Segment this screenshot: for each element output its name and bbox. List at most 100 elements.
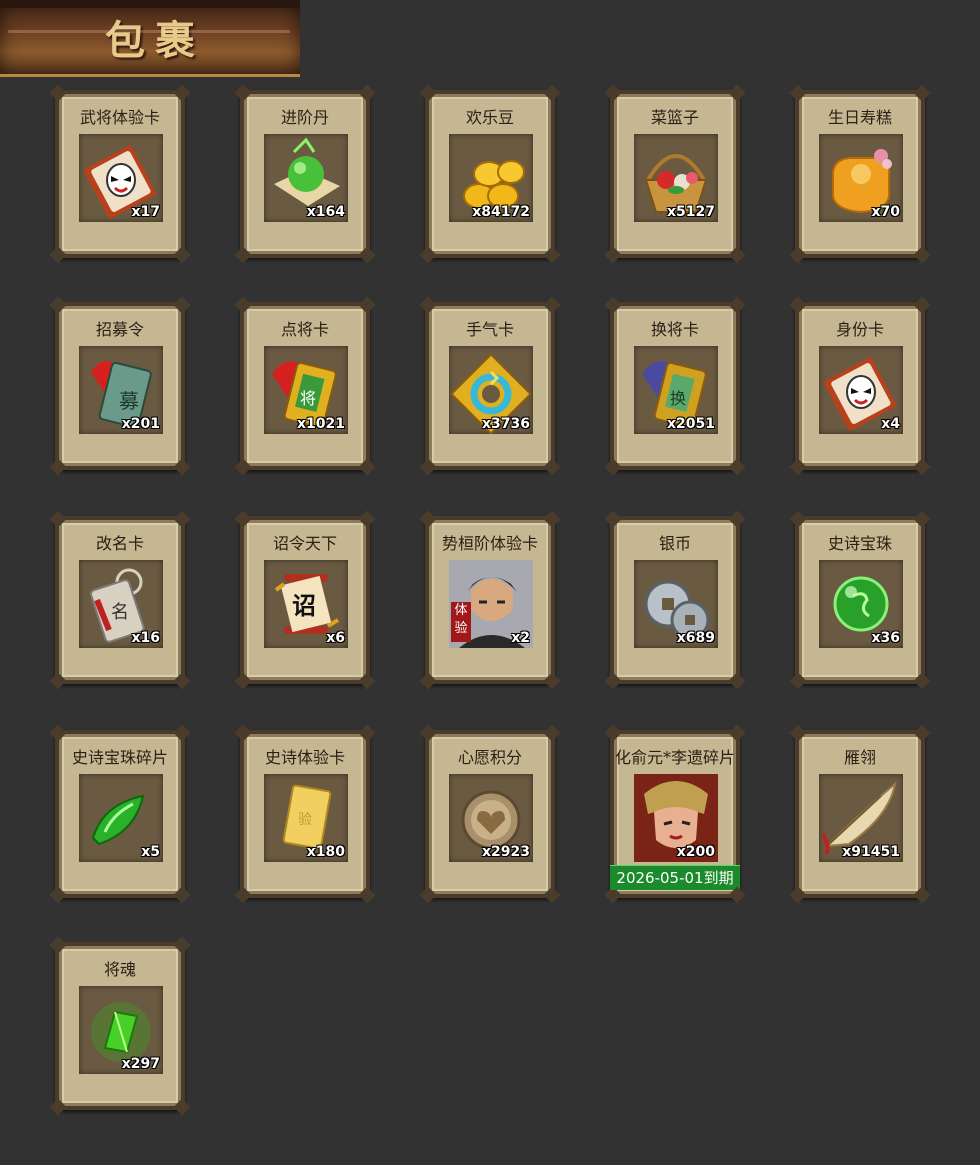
inventory-item[interactable]: 史诗宝珠碎片 x5 (49, 724, 191, 898)
item-name: 心愿积分 (457, 748, 522, 767)
card-corner-decoration (543, 296, 561, 314)
item-count: x5 (141, 844, 160, 860)
green-pill-icon: x164 (264, 134, 348, 222)
item-count: x297 (121, 1056, 160, 1072)
card-corner-decoration (419, 84, 437, 102)
card-corner-decoration (173, 510, 191, 528)
inventory-item[interactable]: 雁翎 x91451 (789, 724, 931, 898)
inventory-item[interactable]: 换将卡换 x2051 (604, 296, 746, 470)
card-corner-decoration (419, 510, 437, 528)
rename-card-icon: 名 x16 (79, 560, 163, 648)
inventory-item[interactable]: 将魂 x297 (49, 936, 191, 1110)
svg-text:将: 将 (300, 389, 316, 408)
inventory-item[interactable]: 化俞元*李遗碎片 x200 2026-05-01到期 (604, 724, 746, 898)
inventory-item[interactable]: 身份卡 x4 (789, 296, 931, 470)
card-corner-decoration (49, 936, 67, 954)
trial-badge: 体验 (451, 602, 471, 642)
inventory-item[interactable]: 进阶丹 x164 (234, 84, 376, 258)
item-count: x16 (131, 630, 160, 646)
inventory-item[interactable]: 银币 x689 (604, 510, 746, 684)
orb-shard-icon: x5 (79, 774, 163, 862)
item-name: 换将卡 (650, 320, 699, 339)
identity-card-icon: x4 (819, 346, 903, 434)
inventory-item[interactable]: 史诗宝珠 x36 (789, 510, 931, 684)
inventory-item[interactable]: 手气卡 x3736 (419, 296, 561, 470)
card-corner-decoration (358, 510, 376, 528)
item-name: 欢乐豆 (465, 108, 514, 127)
inventory-item[interactable]: 菜篮子 x5127 (604, 84, 746, 258)
item-name: 将魂 (103, 960, 136, 979)
card-corner-decoration (173, 296, 191, 314)
card-corner-decoration (789, 724, 807, 742)
inventory-item[interactable]: 诏令天下诏 x6 (234, 510, 376, 684)
silver-coins-icon: x689 (634, 560, 718, 648)
inventory-item[interactable]: 心愿积分 x2923 (419, 724, 561, 898)
svg-text:募: 募 (119, 389, 139, 413)
item-count: x36 (871, 630, 900, 646)
svg-text:换: 换 (670, 389, 686, 408)
item-name: 化俞元*李遗碎片 (614, 748, 735, 767)
card-corner-decoration (358, 296, 376, 314)
opera-mask-card-icon: x17 (79, 134, 163, 222)
item-name: 史诗体验卡 (264, 748, 345, 767)
imperial-scroll-icon: 诏 x6 (264, 560, 348, 648)
item-name: 手气卡 (465, 320, 514, 339)
page-title: 包裹 (105, 17, 205, 64)
card-corner-decoration (728, 724, 746, 742)
flower-basket-icon: x5127 (634, 134, 718, 222)
card-corner-decoration (234, 296, 252, 314)
inventory-item[interactable]: 点将卡将 x1021 (234, 296, 376, 470)
item-name: 改名卡 (95, 534, 144, 553)
card-corner-decoration (789, 510, 807, 528)
item-count: x6 (326, 630, 345, 646)
inventory-item[interactable]: 武将体验卡 x17 (49, 84, 191, 258)
item-name: 点将卡 (280, 320, 329, 339)
heart-coin-icon: x2923 (449, 774, 533, 862)
card-corner-decoration (913, 724, 931, 742)
card-corner-decoration (234, 724, 252, 742)
card-corner-decoration (173, 936, 191, 954)
general-select-card-icon: 将 x1021 (264, 346, 348, 434)
item-count: x1021 (297, 416, 345, 432)
card-corner-decoration (604, 724, 622, 742)
item-name: 武将体验卡 (79, 108, 160, 127)
inventory-item[interactable]: 改名卡名 x16 (49, 510, 191, 684)
inventory-item[interactable]: 史诗体验卡验 x180 (234, 724, 376, 898)
epic-orb-icon: x36 (819, 560, 903, 648)
item-name: 史诗宝珠碎片 (71, 748, 168, 767)
card-corner-decoration (173, 724, 191, 742)
item-name: 菜篮子 (650, 108, 699, 127)
card-corner-decoration (789, 84, 807, 102)
item-name: 雁翎 (843, 748, 876, 767)
inventory-item[interactable]: 招募令募 x201 (49, 296, 191, 470)
hero-fragment-icon: x200 (634, 774, 718, 862)
card-corner-decoration (173, 84, 191, 102)
item-name: 进阶丹 (280, 108, 329, 127)
inventory-item[interactable]: 势桓阶体验卡 体验 x2 (419, 510, 561, 684)
item-count: x2923 (482, 844, 530, 860)
inventory-item[interactable]: 生日寿糕 x70 (789, 84, 931, 258)
item-name: 招募令 (95, 320, 144, 339)
card-corner-decoration (234, 84, 252, 102)
birthday-cake-icon: x70 (819, 134, 903, 222)
inventory-item[interactable]: 欢乐豆 x84172 (419, 84, 561, 258)
item-count: x91451 (842, 844, 900, 860)
item-name: 银币 (658, 534, 691, 553)
item-name: 史诗宝珠 (827, 534, 892, 553)
luck-card-icon: x3736 (449, 346, 533, 434)
svg-text:诏: 诏 (292, 591, 316, 620)
item-count: x2 (511, 630, 530, 646)
item-count: x200 (676, 844, 715, 860)
card-corner-decoration (234, 510, 252, 528)
swap-general-card-icon: 换 x2051 (634, 346, 718, 434)
item-count: x2051 (667, 416, 715, 432)
card-corner-decoration (358, 724, 376, 742)
general-portrait-icon: 体验 x2 (449, 560, 533, 648)
item-count: x180 (306, 844, 345, 860)
card-corner-decoration (604, 510, 622, 528)
gold-beans-icon: x84172 (449, 134, 533, 222)
title-banner: 包裹 (0, 0, 300, 77)
item-count: x164 (306, 204, 345, 220)
card-corner-decoration (913, 510, 931, 528)
card-corner-decoration (913, 296, 931, 314)
